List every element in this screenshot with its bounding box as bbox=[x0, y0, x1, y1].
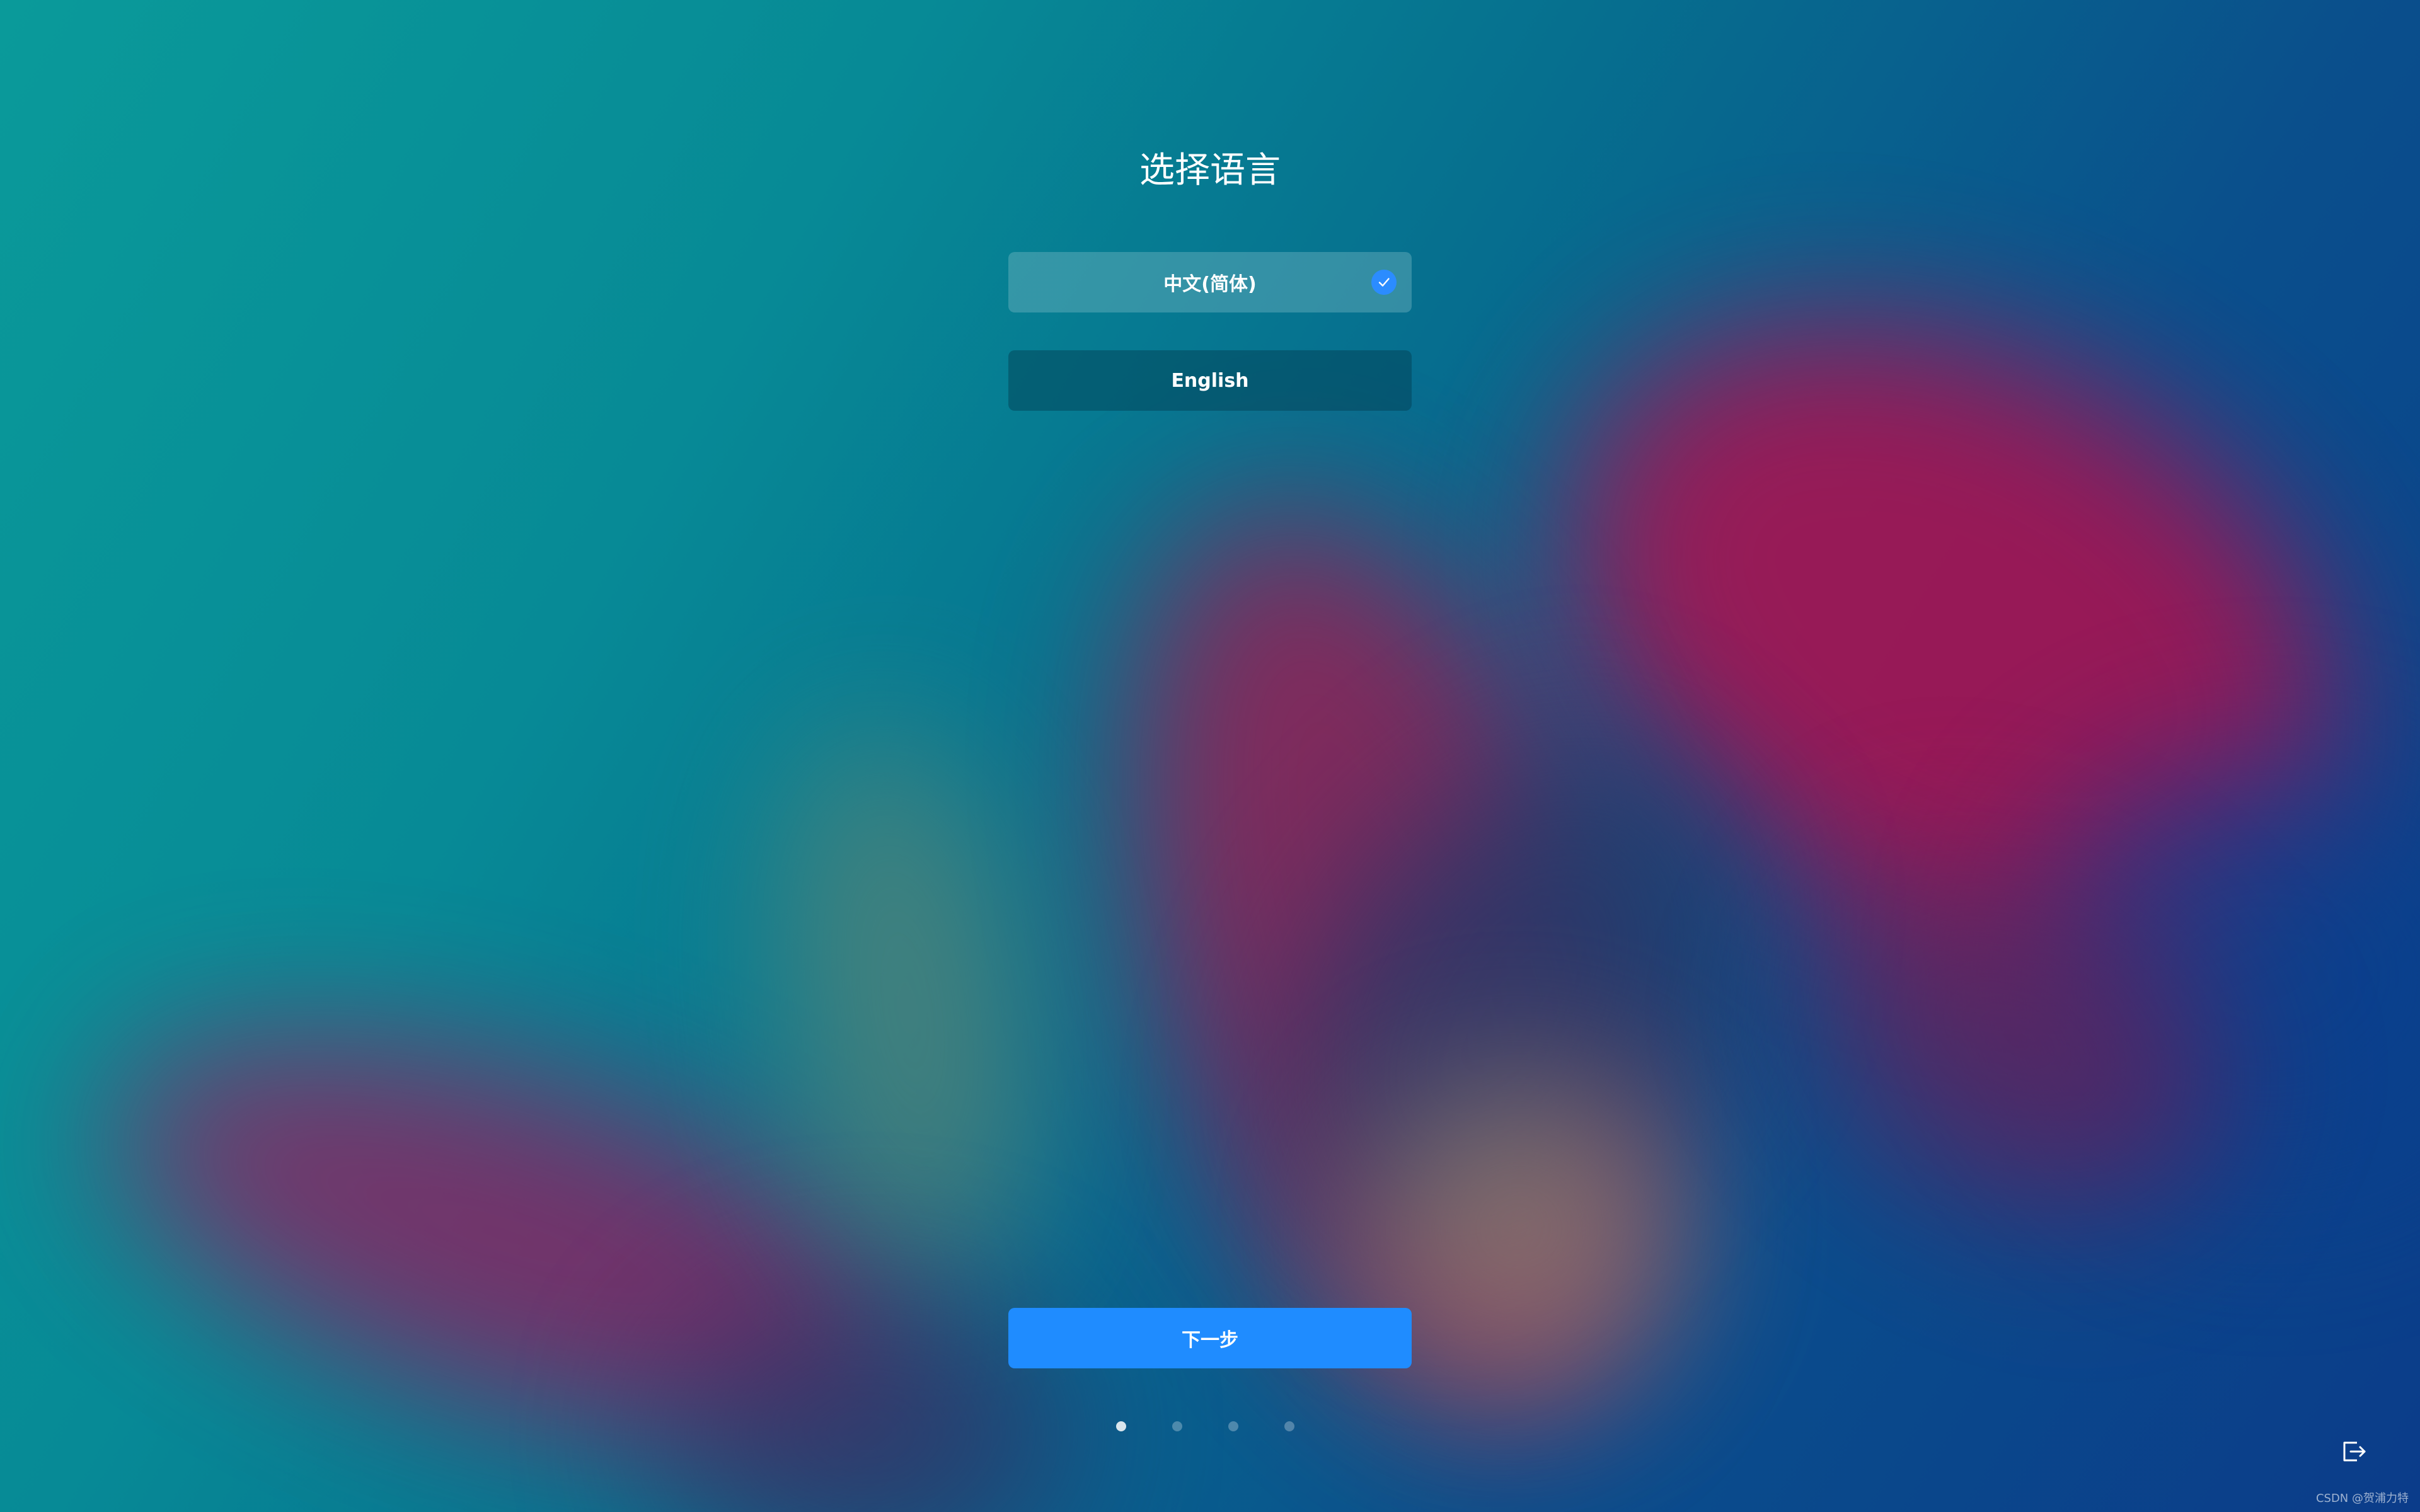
page-dot bbox=[1284, 1421, 1294, 1431]
language-option-label: 中文(简体) bbox=[1163, 273, 1257, 295]
language-option-label: English bbox=[1171, 369, 1249, 392]
page-indicator bbox=[1116, 1421, 1294, 1431]
page-dot-active bbox=[1116, 1421, 1126, 1431]
watermark-text: CSDN @贺浦力特 bbox=[2315, 1492, 2409, 1505]
language-option-english[interactable]: English bbox=[1008, 350, 1412, 411]
page-dot bbox=[1172, 1421, 1182, 1431]
page-dot bbox=[1228, 1421, 1238, 1431]
language-option-chinese[interactable]: 中文(简体) bbox=[1008, 252, 1412, 312]
logout-icon[interactable] bbox=[2338, 1436, 2368, 1467]
page-title: 选择语言 bbox=[1139, 150, 1281, 191]
next-button-label: 下一步 bbox=[1182, 1329, 1238, 1351]
wallpaper-background bbox=[0, 0, 2420, 1512]
next-button[interactable]: 下一步 bbox=[1008, 1308, 1412, 1368]
check-icon bbox=[1371, 270, 1397, 295]
